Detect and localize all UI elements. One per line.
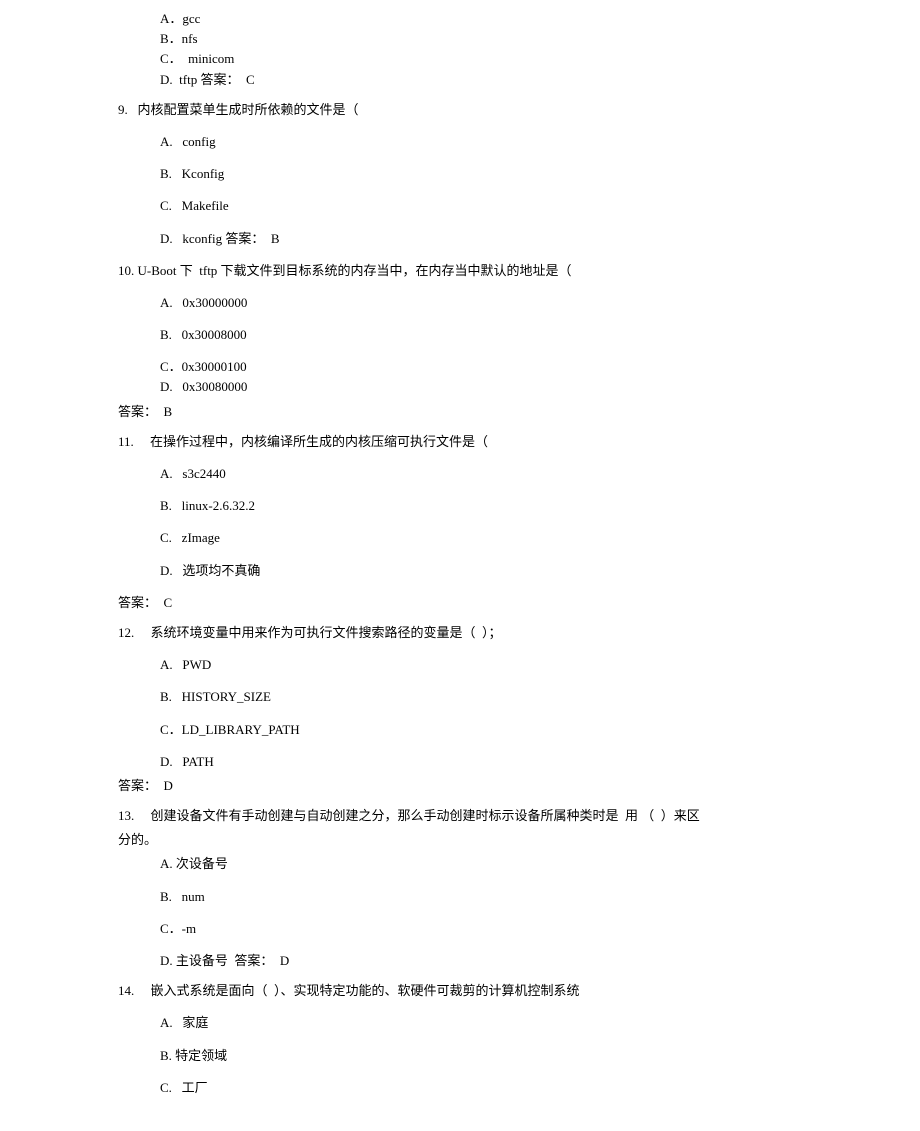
q13-option-a: A. 次设备号	[0, 855, 920, 873]
q12-option-a: A. PWD	[0, 656, 920, 674]
q13-option-b: B. num	[0, 888, 920, 906]
q14-option-c: C. 工厂	[0, 1079, 920, 1097]
q8-option-b: B．nfs	[0, 30, 920, 48]
q12-option-d: D. PATH	[0, 753, 920, 771]
q12-text: 12. 系统环境变量中用来作为可执行文件搜索路径的变量是（ ）；	[0, 624, 920, 642]
q13-text-2: 分的。	[0, 831, 920, 849]
q14-option-a: A. 家庭	[0, 1014, 920, 1032]
q11-text: 11. 在操作过程中，内核编译所生成的内核压缩可执行文件是（	[0, 433, 920, 451]
document-page: A．gcc B．nfs C． minicom D. tftp 答案： C 9. …	[0, 0, 920, 1131]
q8-option-a: A．gcc	[0, 10, 920, 28]
q12-answer: 答案： D	[0, 777, 920, 795]
q11-option-c: C. zImage	[0, 529, 920, 547]
q11-option-d: D. 选项均不真确	[0, 562, 920, 580]
q10-option-c: C．0x30000100	[0, 358, 920, 376]
q9-option-b: B. Kconfig	[0, 165, 920, 183]
q13-option-d: D. 主设备号 答案： D	[0, 952, 920, 970]
q9-option-c: C. Makefile	[0, 197, 920, 215]
q10-answer: 答案： B	[0, 403, 920, 421]
q8-option-c: C． minicom	[0, 50, 920, 68]
q10-option-b: B. 0x30008000	[0, 326, 920, 344]
q9-text: 9. 内核配置菜单生成时所依赖的文件是（	[0, 101, 920, 119]
q9-option-d: D. kconfig 答案： B	[0, 230, 920, 248]
q14-text: 14. 嵌入式系统是面向（ ）、实现特定功能的、软硬件可裁剪的计算机控制系统	[0, 982, 920, 1000]
q12-option-c: C．LD_LIBRARY_PATH	[0, 721, 920, 739]
q10-text: 10. U-Boot 下 tftp 下载文件到目标系统的内存当中，在内存当中默认…	[0, 262, 920, 280]
q9-option-a: A. config	[0, 133, 920, 151]
q8-option-d: D. tftp 答案： C	[0, 71, 920, 89]
q11-answer: 答案： C	[0, 594, 920, 612]
q13-option-c: C．-m	[0, 920, 920, 938]
q12-option-b: B. HISTORY_SIZE	[0, 688, 920, 706]
q11-option-b: B. linux-2.6.32.2	[0, 497, 920, 515]
q10-option-d: D. 0x30080000	[0, 378, 920, 396]
q13-text-1: 13. 创建设备文件有手动创建与自动创建之分，那么手动创建时标示设备所属种类时是…	[0, 807, 920, 825]
q10-option-a: A. 0x30000000	[0, 294, 920, 312]
q11-option-a: A. s3c2440	[0, 465, 920, 483]
q14-option-b: B. 特定领域	[0, 1047, 920, 1065]
